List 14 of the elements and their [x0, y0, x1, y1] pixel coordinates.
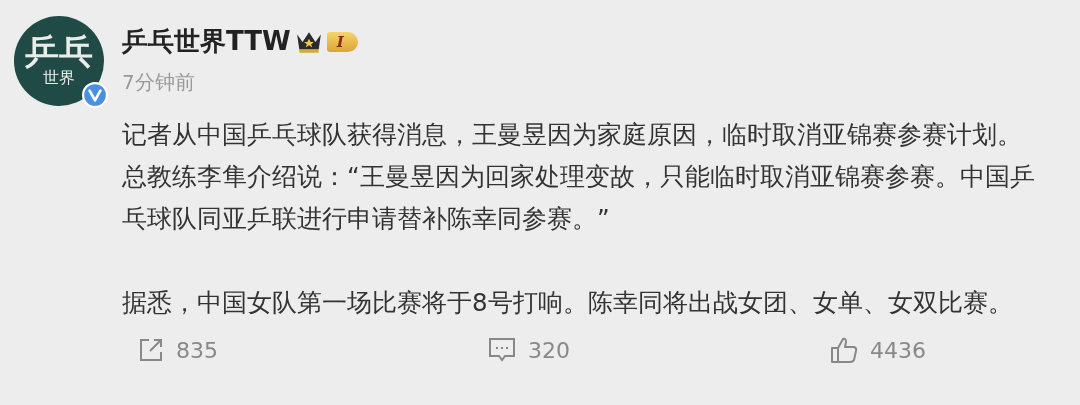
share-icon	[138, 337, 164, 363]
comment-icon	[488, 337, 516, 363]
avatar[interactable]: 乒乓 世界	[14, 16, 104, 106]
level-badge: I	[326, 31, 358, 52]
post-paragraph: 记者从中国乒乓球队获得消息，王曼昱因为家庭原因，临时取消亚锦赛参赛计划。总教练李隼介绍说：“王曼昱因为回家处理变故，只能临时取消亚锦赛参赛。中国乒乓球队同亚乒联进行申请替补陈幸同参赛。”	[122, 119, 1036, 235]
author-name[interactable]: 乒乓世界TTW	[122, 24, 291, 59]
action-button[interactable]: 320	[488, 336, 570, 364]
action-button[interactable]: 835	[138, 336, 218, 364]
avatar-logo-text: 世界	[43, 68, 75, 88]
action-button[interactable]: 4436	[830, 336, 926, 364]
thumbs-up-icon	[830, 336, 858, 364]
post-time: 7分钟前	[122, 69, 196, 96]
avatar-logo-text: 乒乓	[25, 34, 93, 69]
post-paragraph: 据悉，中国女队第一场比赛将于8号打响。陈幸同将出战女团、女单、女双比赛。	[122, 287, 1014, 319]
